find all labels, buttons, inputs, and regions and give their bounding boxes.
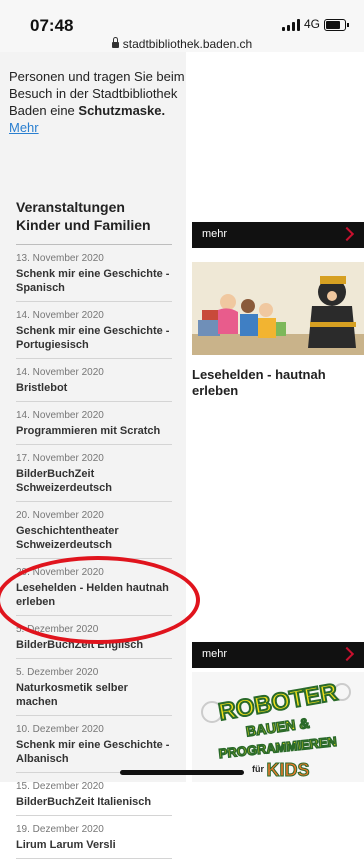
lock-icon (111, 37, 119, 48)
url-text: stadtbibliothek.baden.ch (122, 37, 253, 51)
event-item[interactable]: 29. November 2020 Lesehelden - Helden hau… (16, 559, 172, 616)
event-title[interactable]: Schenk mir eine Geschichte - Albanisch (16, 738, 172, 766)
reading-children-illustration (192, 262, 364, 355)
logo-word-4: für (252, 764, 264, 774)
event-item[interactable]: 14. November 2020 Schenk mir eine Geschic… (16, 302, 172, 359)
event-item[interactable]: 10. Dezember 2020 Schenk mir eine Geschic… (16, 716, 172, 773)
event-date: 13. November 2020 (16, 253, 104, 264)
more-bar-button[interactable]: mehr (192, 642, 364, 668)
more-bar-label: mehr (202, 228, 228, 240)
more-link[interactable]: Mehr (9, 120, 39, 135)
event-title[interactable]: Schenk mir eine Geschichte - Spanisch (16, 267, 172, 295)
event-date: 14. November 2020 (16, 310, 104, 321)
event-title[interactable]: Bristlebot (16, 381, 172, 395)
more-bar-label: mehr (202, 648, 228, 660)
event-title[interactable]: Programmieren mit Scratch (16, 424, 172, 438)
covid-notice: Personen und tragen Sie beim Besuch in d… (9, 68, 187, 136)
event-title[interactable]: Naturkosmetik selber machen (16, 681, 172, 709)
event-item[interactable]: 20. November 2020 Geschichtentheater Schw… (16, 502, 172, 559)
event-title[interactable]: BilderBuchZeit Englisch (16, 638, 172, 652)
left-column: Personen und tragen Sie beim Besuch in d… (0, 52, 187, 859)
event-item[interactable]: 5. Dezember 2020 BilderBuchZeit Englisch (16, 616, 172, 659)
event-item[interactable]: 13. November 2020 Schenk mir eine Geschic… (16, 245, 172, 302)
network-label: 4G (303, 17, 320, 31)
event-date: 20. November 2020 (16, 510, 104, 521)
event-date: 14. November 2020 (16, 410, 104, 421)
event-title[interactable]: Lirum Larum Versli (16, 838, 172, 852)
event-title[interactable]: Schenk mir eine Geschichte - Portugiesis… (16, 324, 172, 352)
teaser-image-roboter[interactable]: ROBOTER BAUEN & PROGRAMMIEREN für KIDS (192, 672, 364, 782)
event-date: 29. November 2020 (16, 567, 104, 578)
roboter-kids-logo: ROBOTER BAUEN & PROGRAMMIEREN für KIDS (192, 672, 364, 782)
event-item[interactable]: 5. Dezember 2020 Naturkosmetik selber mac… (16, 659, 172, 716)
event-list: 13. November 2020 Schenk mir eine Geschic… (16, 245, 176, 859)
event-item[interactable]: 19. Dezember 2020 Lirum Larum Versli (16, 816, 172, 859)
address-bar[interactable]: stadtbibliothek.baden.ch (0, 37, 364, 51)
event-date: 5. Dezember 2020 (16, 667, 99, 678)
event-item[interactable]: 15. Dezember 2020 BilderBuchZeit Italieni… (16, 773, 172, 816)
battery-icon (324, 19, 349, 31)
event-item[interactable]: 14. November 2020 Programmieren mit Scrat… (16, 402, 172, 445)
home-indicator[interactable] (120, 770, 244, 775)
event-title[interactable]: BilderBuchZeit Italienisch (16, 795, 172, 809)
signal-icon (282, 19, 302, 31)
chevron-right-icon (339, 226, 355, 242)
clock: 07:48 (30, 16, 74, 35)
event-date: 19. Dezember 2020 (16, 824, 104, 835)
more-bar-button[interactable]: mehr (192, 222, 364, 248)
chevron-right-icon (339, 646, 355, 662)
teaser-image-lesehelden[interactable] (192, 262, 364, 355)
event-title[interactable]: BilderBuchZeit Schweizerdeutsch (16, 467, 172, 495)
notice-bold: Schutzmaske. (78, 103, 166, 118)
event-date: 5. Dezember 2020 (16, 624, 99, 635)
events-title: Veranstaltungen Kinder und Familien (16, 198, 172, 245)
teaser-caption[interactable]: Lesehelden - hautnah erleben (192, 367, 357, 399)
events-box: Veranstaltungen Kinder und Familien 13. … (16, 198, 176, 859)
logo-word-5: KIDS (266, 760, 309, 780)
event-title[interactable]: Lesehelden - Helden hautnah erleben (16, 581, 172, 609)
event-date: 17. November 2020 (16, 453, 104, 464)
status-bar: 07:48 4G stadtbibliothek.baden.ch (0, 0, 364, 52)
event-date: 14. November 2020 (16, 367, 104, 378)
event-item[interactable]: 14. November 2020 Bristlebot (16, 359, 172, 402)
event-title[interactable]: Geschichtentheater Schweizerdeutsch (16, 524, 172, 552)
event-date: 10. Dezember 2020 (16, 724, 104, 735)
event-item[interactable]: 17. November 2020 BilderBuchZeit Schweize… (16, 445, 172, 502)
